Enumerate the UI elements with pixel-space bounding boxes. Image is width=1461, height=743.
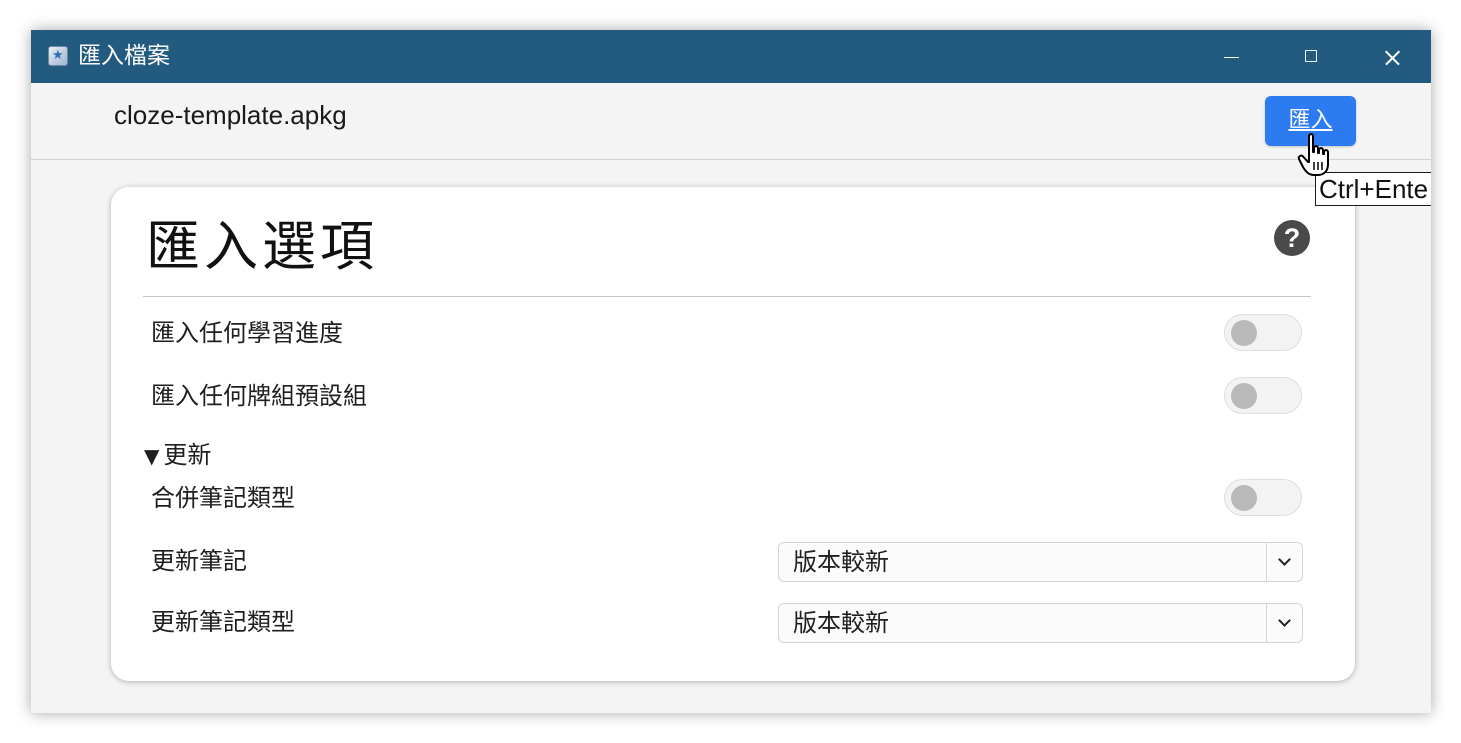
update-notetypes-label: 更新筆記類型 xyxy=(151,608,295,636)
title-bar[interactable]: 匯入檔案 xyxy=(31,30,1431,83)
expand-triangle-icon: ▼ xyxy=(144,444,160,468)
title-divider xyxy=(143,296,1311,297)
import-toolbar: cloze-template.apkg 匯入 xyxy=(31,83,1431,160)
import-button-label: 匯入 xyxy=(1288,108,1333,133)
update-notetypes-select[interactable]: 版本較新 xyxy=(778,603,1303,643)
anki-star-icon xyxy=(48,46,68,66)
hand-pointer-cursor-icon xyxy=(1297,133,1329,176)
update-notes-value: 版本較新 xyxy=(793,548,889,576)
maximize-button[interactable] xyxy=(1271,30,1351,83)
file-name: cloze-template.apkg xyxy=(114,100,347,130)
minimize-button[interactable] xyxy=(1191,30,1271,83)
import-options-card: 匯入選項 ? 匯入任何學習進度 匯入任何牌組預設組 ▼ 更新 合併筆記類型 更新筆… xyxy=(111,187,1355,681)
close-button[interactable] xyxy=(1351,30,1431,83)
chevron-down-icon xyxy=(1266,604,1302,642)
import-presets-label: 匯入任何牌組預設組 xyxy=(151,382,367,410)
toggle-knob xyxy=(1231,383,1257,409)
update-section-header[interactable]: ▼ 更新 xyxy=(144,440,211,471)
toggle-knob xyxy=(1231,320,1257,346)
window-title: 匯入檔案 xyxy=(78,43,170,69)
options-title: 匯入選項 xyxy=(146,215,378,278)
import-progress-toggle[interactable] xyxy=(1224,314,1302,351)
update-notetypes-value: 版本較新 xyxy=(793,609,889,637)
import-presets-toggle[interactable] xyxy=(1224,377,1302,414)
import-progress-label: 匯入任何學習進度 xyxy=(151,319,343,347)
merge-notetypes-label: 合併筆記類型 xyxy=(151,484,295,512)
update-notes-label: 更新筆記 xyxy=(151,547,247,575)
toggle-knob xyxy=(1231,485,1257,511)
merge-notetypes-toggle[interactable] xyxy=(1224,479,1302,516)
chevron-down-icon xyxy=(1266,543,1302,581)
question-circle-icon[interactable]: ? xyxy=(1274,220,1310,256)
update-notes-select[interactable]: 版本較新 xyxy=(778,542,1303,582)
update-section-title: 更新 xyxy=(163,441,212,469)
import-dialog-window: 匯入檔案 cloze-template.apkg 匯入 匯入選項 ? 匯入任何學… xyxy=(31,30,1431,713)
